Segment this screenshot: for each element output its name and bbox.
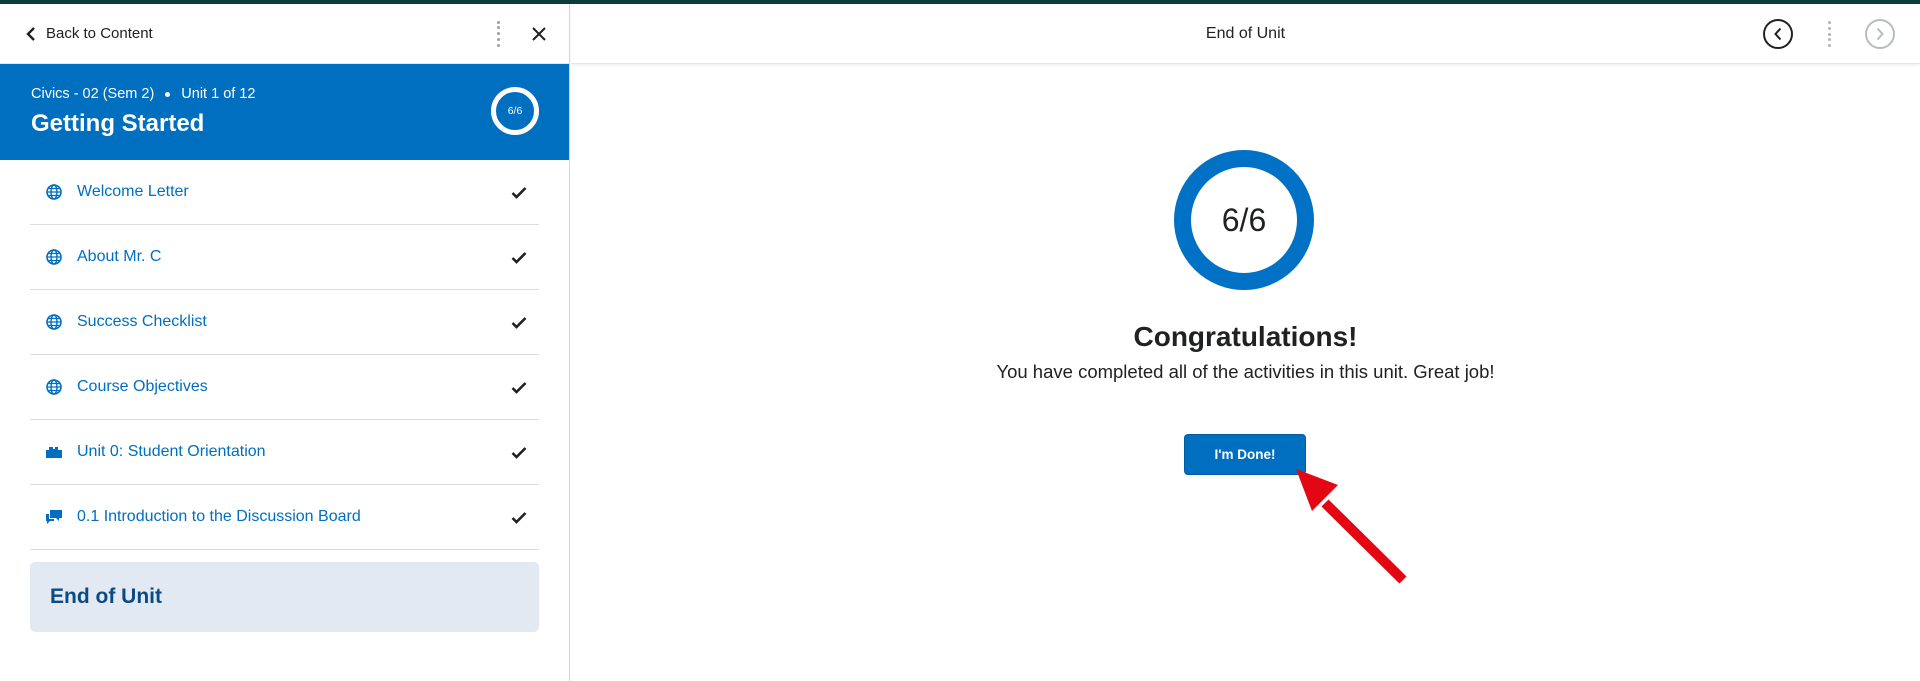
globe-icon [44, 314, 63, 330]
activity-label: About Mr. C [77, 248, 162, 265]
activity-item-course-objectives[interactable]: Course Objectives [30, 355, 539, 420]
discussion-icon [44, 509, 63, 525]
back-to-content-label: Back to Content [46, 25, 153, 42]
check-icon [511, 381, 527, 394]
nav-divider [1828, 21, 1832, 47]
activity-item-welcome-letter[interactable]: Welcome Letter [30, 160, 539, 225]
previous-button[interactable] [1763, 19, 1793, 49]
end-of-unit-item[interactable]: End of Unit [30, 562, 539, 632]
page-title: End of Unit [1205, 24, 1286, 42]
globe-icon [44, 184, 63, 200]
close-sidebar-button[interactable] [531, 26, 547, 42]
sidebar-toolbar: Back to Content [0, 4, 569, 64]
unit-meta: Civics - 02 (Sem 2) Unit 1 of 12 [31, 86, 539, 102]
globe-icon [44, 249, 63, 265]
check-icon [511, 511, 527, 524]
unit-title: Getting Started [31, 110, 205, 137]
activity-item-success-checklist[interactable]: Success Checklist [30, 290, 539, 355]
activity-label: Unit 0: Student Orientation [77, 443, 266, 460]
close-icon [532, 26, 546, 41]
check-icon [511, 186, 527, 199]
unit-index: Unit 1 of 12 [181, 86, 256, 102]
unit-progress-ring: 6/6 [491, 87, 539, 135]
next-button[interactable] [1865, 19, 1895, 49]
main-content: End of Unit 6/6 Congratulations! You hav… [571, 4, 1920, 681]
puzzle-icon [44, 445, 63, 459]
unit-header: Civics - 02 (Sem 2) Unit 1 of 12 Getting… [0, 64, 569, 160]
check-icon [511, 251, 527, 264]
check-icon [511, 316, 527, 329]
content-header: End of Unit [571, 4, 1920, 64]
check-icon [511, 446, 527, 459]
activity-item-about-mr-c[interactable]: About Mr. C [30, 225, 539, 290]
chevron-left-icon [26, 26, 35, 41]
chevron-left-icon [1774, 27, 1782, 41]
activity-item-student-orientation[interactable]: Unit 0: Student Orientation [30, 420, 539, 485]
activity-label: 0.1 Introduction to the Discussion Board [77, 508, 361, 525]
unit-completion-ring: 6/6 [1174, 150, 1314, 290]
activity-label: Course Objectives [77, 378, 208, 395]
completion-message: You have completed all of the activities… [996, 361, 1495, 382]
course-name: Civics - 02 (Sem 2) [31, 86, 155, 102]
activity-item-discussion-board[interactable]: 0.1 Introduction to the Discussion Board [30, 485, 539, 550]
activity-label: Welcome Letter [77, 183, 189, 200]
congratulations-heading: Congratulations! [1133, 321, 1358, 352]
activity-list: Welcome Letter About Mr. C Success Check… [0, 160, 569, 550]
activity-label: Success Checklist [77, 313, 207, 330]
unit-sidebar: Back to Content Civics - 02 (Sem 2) Unit… [0, 4, 570, 681]
back-to-content-link[interactable]: Back to Content [26, 25, 153, 42]
annotation-arrow-icon [1296, 469, 1407, 584]
separator-dot [165, 91, 171, 97]
chevron-right-icon [1876, 27, 1884, 41]
sidebar-resize-handle[interactable] [497, 20, 501, 47]
globe-icon [44, 379, 63, 395]
